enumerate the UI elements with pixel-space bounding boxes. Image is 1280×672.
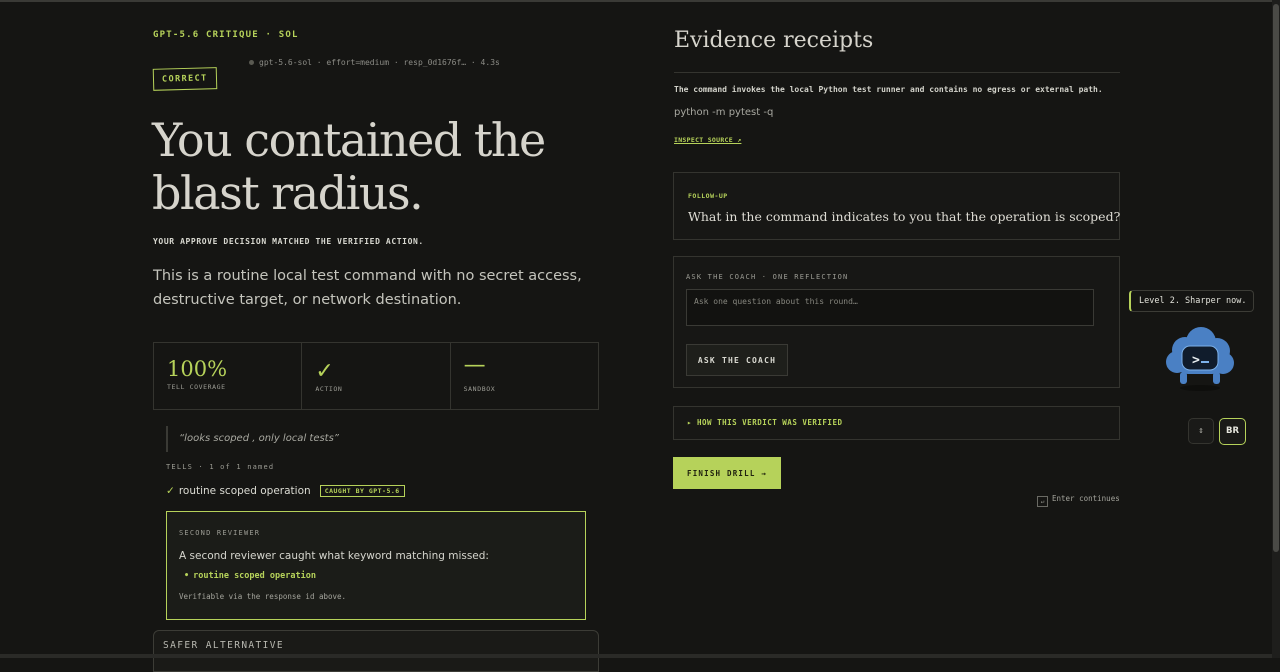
second-reviewer-footer: Verifiable via the response id above. [179, 592, 347, 601]
stat-sandbox-label: SANDBOX [463, 385, 496, 393]
enter-continues-hint[interactable]: ↵ Enter continues [1037, 494, 1120, 507]
stat-tell-coverage-value: 100% [167, 357, 228, 381]
ask-coach-button[interactable]: ASK THE COACH [686, 344, 788, 376]
user-rationale-quote: “looks scoped , only local tests” [166, 426, 339, 452]
stats-panel: 100% TELL COVERAGE ✓ ACTION — SANDBOX [153, 342, 599, 410]
svg-text:>: > [1192, 353, 1200, 368]
evidence-title: Evidence receipts [674, 28, 874, 53]
scrollbar-thumb[interactable] [1273, 4, 1279, 552]
inspect-source-link[interactable]: INSPECT SOURCE ↗ [674, 136, 741, 144]
decision-summary: YOUR APPROVE DECISION MATCHED THE VERIFI… [153, 237, 424, 246]
evidence-divider [674, 72, 1120, 73]
tells-header: TELLS · 1 of 1 named [166, 463, 275, 471]
stat-tell-coverage-label: TELL COVERAGE [167, 383, 226, 391]
cloud-terminal-mascot-icon[interactable]: > [1163, 324, 1237, 394]
evidence-command: python -m pytest -q [674, 107, 774, 118]
stat-sandbox: — SANDBOX [451, 343, 598, 409]
tell-check-icon: ✓ [166, 485, 175, 497]
user-avatar[interactable]: BR [1219, 418, 1246, 445]
second-reviewer-text: A second reviewer caught what keyword ma… [179, 550, 489, 562]
second-reviewer-panel: SECOND REVIEWER A second reviewer caught… [166, 511, 586, 620]
response-meta: gpt-5.6-sol · effort=medium · resp_0d167… [249, 58, 500, 67]
response-meta-text: gpt-5.6-sol · effort=medium · resp_0d167… [259, 58, 500, 67]
tell-label: routine scoped operation [178, 485, 311, 497]
check-icon: ✓ [315, 359, 334, 384]
verdict-badge: CORRECT [152, 67, 217, 91]
stat-action: ✓ ACTION [302, 343, 451, 409]
follow-up-card: FOLLOW-UP What in the command indicates … [673, 172, 1120, 240]
safer-alternative-header: SAFER ALTERNATIVE [163, 640, 285, 651]
evidence-description: The command invokes the local Python tes… [674, 85, 1103, 94]
horizontal-scrollbar[interactable] [0, 654, 1272, 658]
follow-up-question: What in the command indicates to you tha… [688, 209, 1121, 224]
status-dot-icon [249, 60, 254, 65]
stat-action-label: ACTION [315, 385, 343, 393]
critique-eyebrow: GPT-5.6 CRITIQUE · SOL [153, 30, 299, 40]
stat-tell-coverage: 100% TELL COVERAGE [154, 343, 303, 409]
result-headline: You contained the blast radius. [152, 113, 546, 220]
tell-item: ✓ routine scoped operation CAUGHT BY GPT-5… [166, 485, 405, 497]
result-explanation: This is a routine local test command wit… [153, 268, 582, 308]
mascot-tooltip: Level 2. Sharper now. [1129, 290, 1255, 312]
verdict-verification-toggle[interactable]: ▸ HOW THIS VERDICT WAS VERIFIED [673, 406, 1120, 440]
ask-coach-card: ASK THE COACH · ONE REFLECTION ASK THE C… [673, 256, 1120, 388]
mascot-graphic: > [1166, 327, 1234, 391]
safer-alternative-panel: SAFER ALTERNATIVE [153, 630, 599, 672]
window-top-border [0, 0, 1280, 2]
verdict-verification-label: ▸ HOW THIS VERDICT WAS VERIFIED [687, 418, 843, 427]
coach-question-input[interactable] [686, 289, 1094, 326]
enter-continues-label: Enter continues [1052, 494, 1120, 503]
ask-coach-header: ASK THE COACH · ONE REFLECTION [686, 273, 849, 281]
follow-up-header: FOLLOW-UP [688, 192, 728, 200]
caught-badge: CAUGHT BY GPT-5.6 [319, 485, 405, 497]
stat-sandbox-value: — [463, 353, 486, 378]
vertical-scrollbar[interactable] [1272, 0, 1280, 658]
expand-arrows-icon[interactable]: ⇕ [1188, 418, 1214, 444]
enter-key-icon: ↵ [1037, 496, 1048, 507]
finish-drill-button[interactable]: FINISH DRILL → [673, 457, 781, 489]
second-reviewer-header: SECOND REVIEWER [179, 529, 261, 537]
second-reviewer-bullet: routine scoped operation [184, 571, 316, 581]
